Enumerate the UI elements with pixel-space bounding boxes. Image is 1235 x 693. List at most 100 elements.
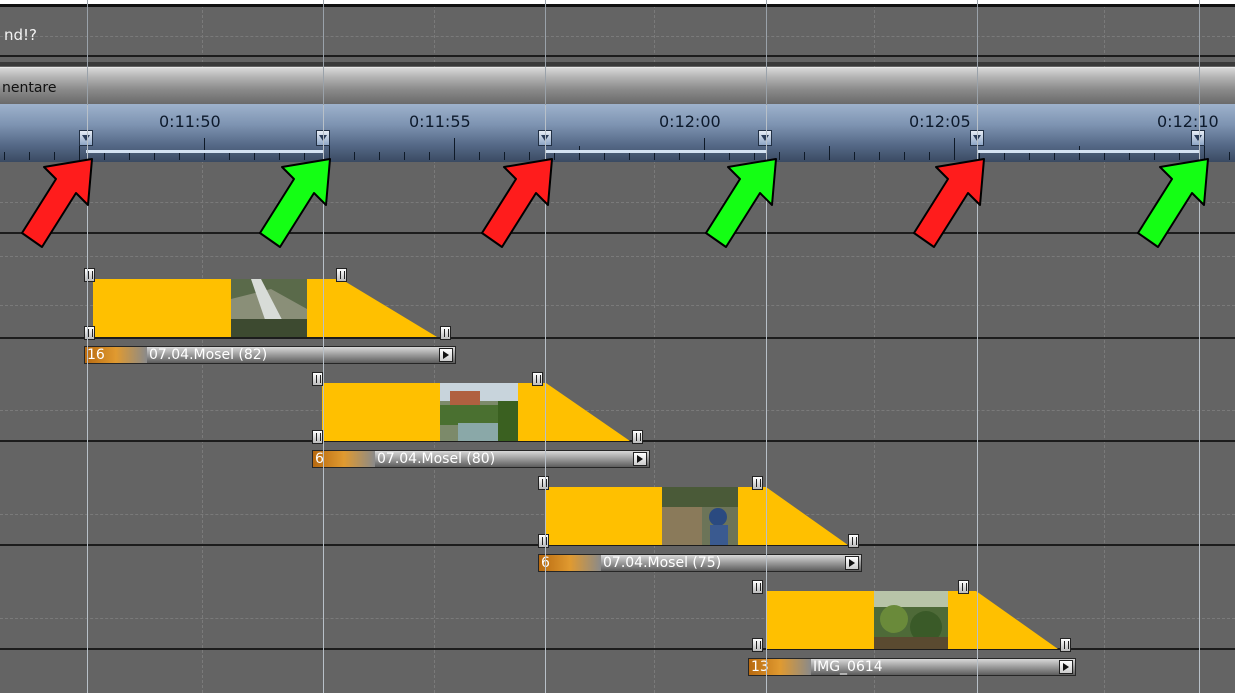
clip-handle[interactable]	[752, 580, 763, 594]
ruler-time-label: 0:12:10	[1157, 112, 1219, 131]
clip-color-fill[interactable]	[518, 383, 546, 441]
clip-fade-out[interactable]	[546, 383, 630, 441]
clip-number: 16	[87, 347, 105, 363]
clip-handle[interactable]	[84, 268, 95, 282]
title-track-label: nd!?	[4, 26, 38, 44]
clip-color-fill[interactable]	[766, 591, 874, 649]
clip-name: IMG_0614	[813, 659, 883, 675]
ruler-tick	[179, 152, 180, 160]
clip-fade-out[interactable]	[323, 279, 437, 337]
play-icon[interactable]	[633, 452, 647, 466]
fade-handle[interactable]	[440, 326, 451, 340]
ruler-tick	[854, 152, 855, 160]
clip-label-bar[interactable]: 6 07.04.Mosel (75)	[538, 554, 862, 572]
ruler-tick	[879, 152, 880, 160]
cut-line	[545, 0, 546, 105]
ruler-tick	[4, 152, 5, 160]
red-arrow-icon	[913, 158, 985, 248]
clip-color-fill[interactable]	[948, 591, 976, 649]
play-icon[interactable]	[439, 348, 453, 362]
comment-track-header[interactable]: nentare	[0, 67, 1235, 105]
clip-handle[interactable]	[312, 430, 323, 444]
fade-handle[interactable]	[632, 430, 643, 444]
ruler-tick	[229, 152, 230, 160]
clip-handle[interactable]	[538, 476, 549, 490]
ruler-tick	[154, 152, 155, 160]
clip-name: 07.04.Mosel (75)	[603, 555, 722, 571]
ruler-tick	[629, 152, 630, 160]
window-top-edge	[0, 4, 1235, 7]
ruler-tick	[654, 152, 655, 160]
timeline-editor: nd!? nentare 0:11:50 0:11:55 0:12:00 0:1…	[0, 0, 1235, 693]
comment-track-label: nentare	[2, 80, 57, 96]
ruler-tick	[404, 152, 405, 160]
clip-thumbnail	[440, 383, 518, 441]
green-arrow-icon	[259, 158, 331, 248]
track-separator	[0, 337, 1235, 339]
clip-color-fill[interactable]	[738, 487, 766, 545]
out-marker[interactable]	[1191, 130, 1205, 146]
grid-line	[0, 202, 1235, 203]
ruler-tick	[379, 152, 380, 160]
clip-color-fill[interactable]	[546, 487, 662, 545]
clip-name: 07.04.Mosel (80)	[377, 451, 496, 467]
title-track[interactable]: nd!?	[0, 18, 1235, 52]
ruler-tick	[1079, 146, 1080, 160]
clip-label-bar[interactable]: 13 IMG_0614	[748, 658, 1076, 676]
clip-handle[interactable]	[538, 534, 549, 548]
time-ruler[interactable]: 0:11:50 0:11:55 0:12:00 0:12:05 0:12:10	[0, 104, 1235, 162]
ruler-tick	[1029, 152, 1030, 160]
ruler-tick	[104, 152, 105, 160]
clip-handle[interactable]	[312, 372, 323, 386]
cut-line	[1199, 0, 1200, 105]
clip-thumbnail	[662, 487, 738, 545]
clip-fade-out[interactable]	[766, 487, 848, 545]
fade-handle[interactable]	[336, 268, 347, 282]
track-separator	[0, 55, 1235, 57]
clip-thumbnail	[231, 279, 307, 337]
fade-handle[interactable]	[958, 580, 969, 594]
ruler-time-label: 0:12:05	[909, 112, 971, 131]
fade-handle[interactable]	[532, 372, 543, 386]
ruler-time-label: 0:11:55	[409, 112, 471, 131]
cut-line	[766, 0, 767, 105]
clip-color-fill[interactable]	[93, 279, 231, 337]
clip-label-bar[interactable]: 16 07.04.Mosel (82)	[84, 346, 456, 364]
in-marker[interactable]	[79, 130, 93, 146]
out-marker[interactable]	[758, 130, 772, 146]
grid-line	[0, 256, 1235, 257]
fade-handle[interactable]	[752, 476, 763, 490]
clip-thumbnail	[874, 591, 948, 649]
ruler-time-label: 0:12:00	[659, 112, 721, 131]
clip-handle[interactable]	[752, 638, 763, 652]
ruler-time-label: 0:11:50	[159, 112, 221, 131]
clip-name: 07.04.Mosel (82)	[149, 347, 268, 363]
clip-color-fill[interactable]	[322, 383, 440, 441]
green-arrow-icon	[1137, 158, 1209, 248]
marker-range	[545, 150, 767, 153]
ruler-tick	[254, 152, 255, 160]
cut-line	[87, 0, 88, 105]
ruler-tick	[804, 152, 805, 160]
ruler-tick	[354, 152, 355, 160]
play-icon[interactable]	[845, 556, 859, 570]
ruler-tick	[429, 152, 430, 160]
play-icon[interactable]	[1059, 660, 1073, 674]
fade-handle[interactable]	[1060, 638, 1071, 652]
track-separator	[0, 62, 1235, 66]
ruler-tick	[904, 152, 905, 160]
cut-line	[977, 0, 978, 105]
clip-handle[interactable]	[84, 326, 95, 340]
ruler-tick	[579, 146, 580, 160]
clip-color-fill[interactable]	[307, 279, 323, 337]
fade-handle[interactable]	[848, 534, 859, 548]
marker-range	[86, 150, 324, 153]
ruler-tick	[679, 152, 680, 160]
clip-fade-out[interactable]	[976, 591, 1058, 649]
track-separator	[0, 232, 1235, 234]
clip-label-bar[interactable]: 6 07.04.Mosel (80)	[312, 450, 650, 468]
ruler-tick	[1229, 152, 1230, 160]
ruler-tick	[1054, 152, 1055, 160]
ruler-tick	[1004, 152, 1005, 160]
ruler-tick	[129, 152, 130, 160]
